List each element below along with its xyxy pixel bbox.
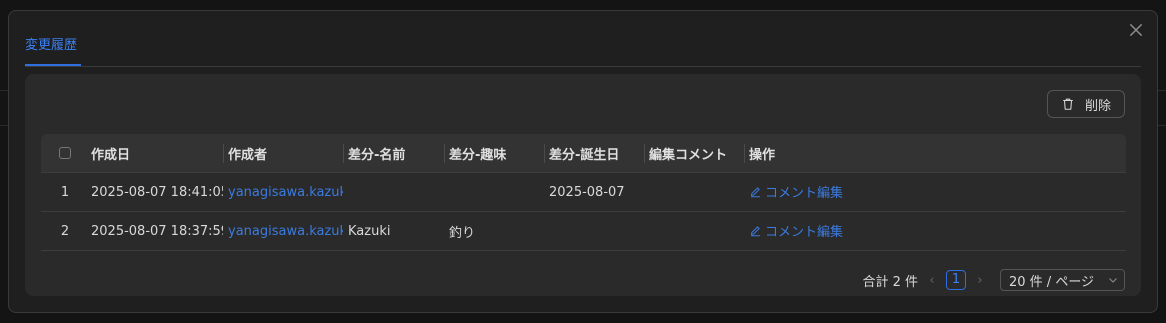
cell-author-link[interactable]: yanagisawa.kazuki	[223, 185, 343, 200]
page-size-value: 20 件 / ページ	[1009, 274, 1095, 290]
header-edit-comment: 編集コメント	[644, 144, 744, 163]
header-diff-birthday: 差分-誕生日	[544, 144, 644, 163]
edit-comment-label: コメント編集	[765, 225, 844, 240]
history-panel: 削除 作成日 作成者 差分-名前 差分-趣味 差分-誕生日 編集コメント 操作 …	[25, 74, 1141, 296]
select-all-checkbox[interactable]	[59, 147, 71, 159]
header-diff-hobby: 差分-趣味	[444, 144, 544, 163]
cell-diff-hobby: 釣り	[449, 225, 476, 241]
table-header: 作成日 作成者 差分-名前 差分-趣味 差分-誕生日 編集コメント 操作	[41, 134, 1126, 173]
cell-created-at: 2025-08-07 18:37:59	[91, 223, 223, 239]
page-size-select[interactable]: 20 件 / ページ	[1000, 269, 1125, 291]
tab-bar: 変更履歴	[25, 37, 1141, 67]
edit-icon	[749, 185, 762, 198]
cell-author-link[interactable]: yanagisawa.kazuki	[223, 224, 343, 239]
cell-diff-name: Kazuki	[348, 223, 391, 239]
row-index: 1	[60, 184, 70, 200]
change-history-dialog: 変更履歴 削除 作成日 作成者 差分-名前 差分-趣味 差分-誕生日 編集コメン…	[8, 10, 1158, 313]
pagination: 合計 2 件 ‹ 1 › 20 件 / ページ	[862, 269, 1125, 291]
header-diff-name: 差分-名前	[343, 144, 444, 163]
chevron-down-icon	[1108, 275, 1118, 285]
header-created-at: 作成日	[91, 147, 131, 163]
tab-change-history[interactable]: 変更履歴	[25, 37, 81, 66]
trash-icon	[1061, 97, 1075, 111]
chevron-left-icon[interactable]: ‹	[926, 273, 938, 288]
history-table: 作成日 作成者 差分-名前 差分-趣味 差分-誕生日 編集コメント 操作 1 2…	[41, 134, 1126, 251]
delete-button-label: 削除	[1084, 98, 1111, 114]
cell-operation: コメント編集	[744, 221, 857, 241]
edit-comment-link[interactable]: コメント編集	[749, 221, 843, 240]
table-row: 2 2025-08-07 18:37:59 yanagisawa.kazuki …	[41, 212, 1126, 251]
row-index: 2	[60, 223, 70, 239]
cell-diff-birthday: 2025-08-07	[549, 184, 625, 200]
edit-icon	[749, 224, 762, 237]
cell-created-at: 2025-08-07 18:41:05	[91, 184, 223, 200]
header-operation: 操作	[744, 144, 857, 163]
page-number-current[interactable]: 1	[946, 270, 966, 290]
total-count: 合計 2 件	[862, 274, 918, 290]
delete-button[interactable]: 削除	[1047, 90, 1125, 118]
select-all-cell	[41, 147, 89, 159]
edit-comment-link[interactable]: コメント編集	[749, 182, 843, 201]
cell-operation: コメント編集	[744, 182, 857, 202]
header-author: 作成者	[223, 144, 343, 163]
edit-comment-label: コメント編集	[765, 186, 844, 201]
table-row: 1 2025-08-07 18:41:05 yanagisawa.kazuki …	[41, 173, 1126, 212]
chevron-right-icon[interactable]: ›	[974, 273, 986, 288]
